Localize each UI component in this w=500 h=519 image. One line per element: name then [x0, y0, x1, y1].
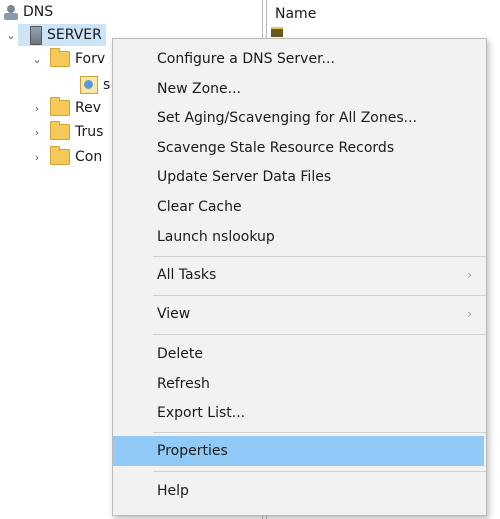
menu-item-set-aging-scavenging[interactable]: Set Aging/Scavenging for All Zones...: [113, 103, 484, 133]
menu-item-view[interactable]: View ›: [113, 299, 484, 329]
submenu-arrow-icon: ›: [467, 307, 472, 321]
tree-item-reverse-lookup-zones[interactable]: › Rev: [30, 97, 101, 119]
menu-item-label: Launch nslookup: [157, 229, 275, 245]
tree-item-server[interactable]: ⌄ SERVER: [4, 24, 106, 46]
column-header-name[interactable]: Name: [275, 6, 316, 22]
menu-item-label: New Zone...: [157, 81, 241, 97]
expand-chevron-icon[interactable]: ⌄: [30, 53, 44, 66]
menu-item-clear-cache[interactable]: Clear Cache: [113, 192, 484, 222]
tree-item-label: Con: [75, 149, 103, 165]
menu-item-help[interactable]: Help: [113, 476, 484, 506]
collapse-chevron-icon[interactable]: ›: [30, 102, 44, 115]
expand-chevron-icon[interactable]: ⌄: [4, 29, 18, 42]
menu-item-label: Clear Cache: [157, 199, 242, 215]
menu-item-new-zone[interactable]: New Zone...: [113, 74, 484, 104]
folder-icon: [50, 48, 70, 67]
folder-icon: [50, 121, 70, 140]
menu-item-export-list[interactable]: Export List...: [113, 398, 484, 428]
menu-separator: [153, 432, 486, 433]
tree-item-trust-points[interactable]: › Trus: [30, 121, 103, 143]
menu-item-properties[interactable]: Properties: [113, 436, 484, 466]
dns-icon: [4, 4, 18, 20]
tree-item-label: Trus: [75, 124, 104, 140]
menu-item-label: All Tasks: [157, 267, 217, 283]
menu-separator: [153, 471, 486, 472]
menu-item-label: Help: [157, 483, 189, 499]
folder-icon: [50, 97, 70, 116]
submenu-arrow-icon: ›: [467, 268, 472, 282]
menu-item-all-tasks[interactable]: All Tasks ›: [113, 260, 484, 290]
tree-item-forward-lookup-zones[interactable]: ⌄ Forv: [30, 48, 105, 70]
tree-item-label: DNS: [23, 4, 54, 20]
tree-item-conditional-forwarders[interactable]: › Con: [30, 146, 102, 168]
menu-item-label: Refresh: [157, 376, 210, 392]
menu-item-configure-dns-server[interactable]: Configure a DNS Server...: [113, 44, 484, 74]
folder-icon: [50, 146, 70, 165]
menu-separator: [153, 334, 486, 335]
menu-item-launch-nslookup[interactable]: Launch nslookup: [113, 222, 484, 252]
menu-item-label: Export List...: [157, 405, 246, 421]
tree-item-zone[interactable]: s: [80, 74, 110, 96]
record-icon: [271, 27, 283, 37]
menu-item-scavenge-stale-records[interactable]: Scavenge Stale Resource Records: [113, 133, 484, 163]
menu-item-label: Scavenge Stale Resource Records: [157, 140, 395, 156]
tree-item-label: Rev: [75, 100, 101, 116]
menu-separator: [153, 256, 486, 257]
menu-item-label: Set Aging/Scavenging for All Zones...: [157, 110, 417, 126]
zone-icon: [80, 76, 98, 94]
menu-item-refresh[interactable]: Refresh: [113, 369, 484, 399]
tree-item-label: Forv: [75, 51, 106, 67]
menu-item-label: Delete: [157, 346, 203, 362]
server-icon: [30, 25, 42, 45]
menu-item-label: Configure a DNS Server...: [157, 51, 335, 67]
menu-item-label: Update Server Data Files: [157, 169, 332, 185]
collapse-chevron-icon[interactable]: ›: [30, 126, 44, 139]
context-menu: Configure a DNS Server... New Zone... Se…: [112, 38, 487, 516]
tree-item-label: SERVER: [47, 27, 102, 43]
collapse-chevron-icon[interactable]: ›: [30, 151, 44, 164]
menu-separator: [153, 295, 486, 296]
tree-item-dns[interactable]: DNS: [4, 1, 53, 23]
menu-item-label: Properties: [157, 443, 228, 459]
tree-item-label: s: [103, 77, 111, 93]
menu-item-update-server-data-files[interactable]: Update Server Data Files: [113, 162, 484, 192]
menu-item-delete[interactable]: Delete: [113, 339, 484, 369]
menu-item-label: View: [157, 306, 191, 322]
